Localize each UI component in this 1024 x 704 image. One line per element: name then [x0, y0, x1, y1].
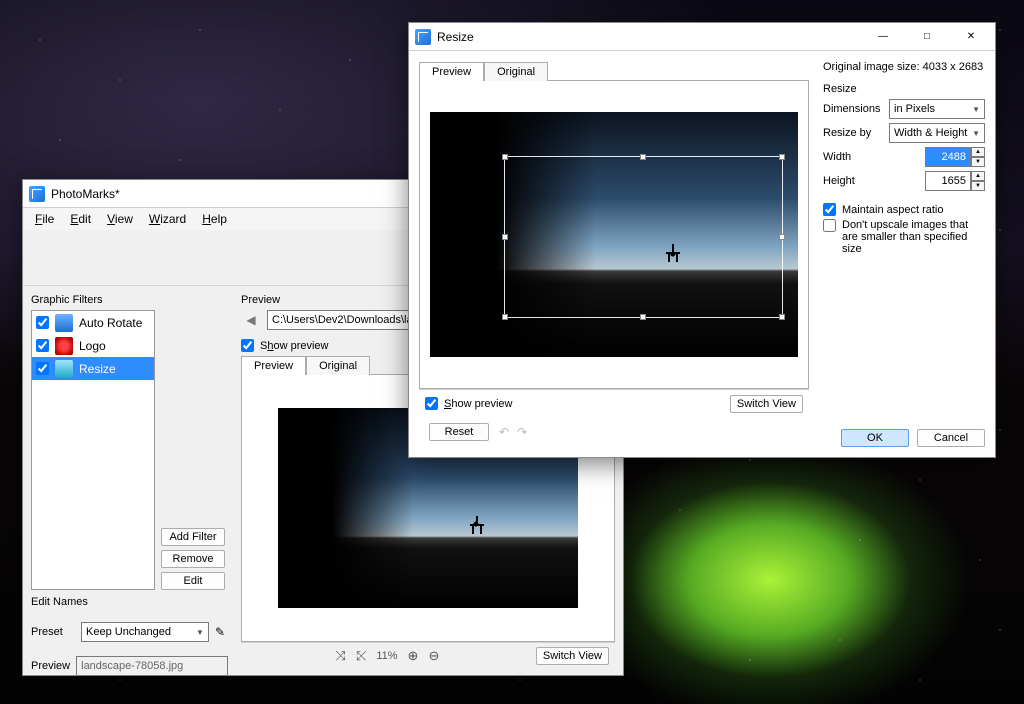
- close-button[interactable]: ✕: [949, 23, 993, 51]
- show-preview-checkbox-row[interactable]: Show preview: [425, 397, 512, 410]
- width-label: Width: [823, 151, 883, 163]
- handle-bottom-right[interactable]: [779, 314, 785, 320]
- resize-icon: [55, 360, 73, 378]
- dimensions-select[interactable]: in Pixels ▼: [889, 99, 985, 119]
- history-controls: ↶ ↷: [499, 425, 527, 439]
- titlebar[interactable]: Resize — □ ✕: [409, 23, 995, 51]
- filter-row-logo[interactable]: Logo: [32, 334, 154, 357]
- zoom-in-icon[interactable]: ⊕: [408, 648, 419, 664]
- resize-preview-footer: Show preview Switch View: [419, 389, 809, 417]
- filter-checkbox[interactable]: [36, 316, 49, 329]
- edit-filter-button[interactable]: Edit: [161, 572, 225, 590]
- edit-names-title: Edit Names: [31, 596, 225, 608]
- preset-value: Keep Unchanged: [86, 626, 171, 638]
- zoom-out-icon[interactable]: ⊖: [428, 648, 439, 664]
- filter-checkbox[interactable]: [36, 339, 49, 352]
- dimensions-value: in Pixels: [894, 103, 935, 115]
- dialog-footer: Reset ↶ ↷: [419, 417, 809, 447]
- handle-top-center[interactable]: [640, 154, 646, 160]
- handle-mid-right[interactable]: [779, 234, 785, 240]
- menu-wizard[interactable]: Wizard: [141, 210, 194, 228]
- menu-help[interactable]: Help: [194, 210, 235, 228]
- resize-preview-panel: [419, 81, 809, 389]
- width-spinner[interactable]: ▲▼: [925, 147, 985, 167]
- show-preview-label: Show preview: [444, 398, 512, 410]
- minimize-button[interactable]: —: [861, 23, 905, 51]
- fit-expand-icon[interactable]: ⤪: [356, 648, 366, 664]
- show-preview-label: Show preview: [260, 340, 329, 352]
- height-input[interactable]: [925, 171, 971, 191]
- rotate-icon: [55, 314, 73, 332]
- resize-by-label: Resize by: [823, 127, 883, 139]
- spin-up-icon[interactable]: ▲: [971, 171, 985, 181]
- spin-down-icon[interactable]: ▼: [971, 157, 985, 167]
- dont-upscale-checkbox[interactable]: [823, 219, 836, 232]
- redo-icon[interactable]: ↷: [517, 425, 527, 439]
- height-label: Height: [823, 175, 883, 187]
- tab-original[interactable]: Original: [484, 62, 548, 81]
- switch-view-button[interactable]: Switch View: [536, 647, 609, 665]
- tab-preview[interactable]: Preview: [419, 62, 484, 81]
- original-size-label: Original image size: 4033 x 2683: [823, 61, 985, 73]
- chevron-down-icon: ▼: [972, 105, 980, 114]
- handle-top-right[interactable]: [779, 154, 785, 160]
- maintain-aspect-checkbox[interactable]: [823, 203, 836, 216]
- window-title: Resize: [437, 30, 861, 44]
- tab-preview[interactable]: Preview: [241, 356, 306, 375]
- edit-preset-icon[interactable]: ✎: [215, 625, 225, 639]
- resize-dialog: Resize — □ ✕ Preview Original: [408, 22, 996, 458]
- preview-filename-field: [76, 656, 228, 676]
- undo-icon[interactable]: ↶: [499, 425, 509, 439]
- prev-image-button[interactable]: ◀: [241, 310, 261, 330]
- app-logo-icon: [29, 186, 45, 202]
- resize-section-title: Resize: [823, 83, 985, 95]
- tab-original[interactable]: Original: [306, 356, 370, 375]
- handle-mid-left[interactable]: [502, 234, 508, 240]
- app-logo-icon: [415, 29, 431, 45]
- graphic-filters-title: Graphic Filters: [31, 294, 155, 306]
- handle-top-left[interactable]: [502, 154, 508, 160]
- chevron-down-icon: ▼: [196, 628, 204, 637]
- menu-file[interactable]: File: [27, 210, 62, 228]
- menu-view[interactable]: View: [99, 210, 141, 228]
- show-preview-checkbox[interactable]: [425, 397, 438, 410]
- filter-label: Auto Rotate: [79, 316, 142, 330]
- reset-button[interactable]: Reset: [429, 423, 489, 441]
- resize-by-value: Width & Height: [894, 127, 967, 139]
- filter-label: Logo: [79, 339, 106, 353]
- filter-row-auto-rotate[interactable]: Auto Rotate: [32, 311, 154, 334]
- zoom-percent: 11%: [376, 650, 397, 662]
- resize-by-select[interactable]: Width & Height ▼: [889, 123, 985, 143]
- spin-down-icon[interactable]: ▼: [971, 181, 985, 191]
- filter-label: Resize: [79, 362, 116, 376]
- maintain-aspect-label: Maintain aspect ratio: [842, 204, 944, 216]
- filter-checkbox[interactable]: [36, 362, 49, 375]
- width-input[interactable]: [925, 147, 971, 167]
- preview-footer: ⤨ ⤪ 11% ⊕ ⊖ Switch View: [241, 642, 615, 669]
- resize-preview-image[interactable]: [420, 81, 808, 388]
- logo-icon: [55, 337, 73, 355]
- spin-up-icon[interactable]: ▲: [971, 147, 985, 157]
- dont-upscale-label: Don't upscale images that are smaller th…: [842, 219, 985, 255]
- preset-select[interactable]: Keep Unchanged ▼: [81, 622, 209, 642]
- resize-crop-box[interactable]: [504, 156, 784, 318]
- ok-button[interactable]: OK: [841, 429, 909, 447]
- add-filter-button[interactable]: Add Filter: [161, 528, 225, 546]
- height-spinner[interactable]: ▲▼: [925, 171, 985, 191]
- preview-name-label: Preview: [31, 660, 70, 672]
- show-preview-checkbox[interactable]: [241, 339, 254, 352]
- cancel-button[interactable]: Cancel: [917, 429, 985, 447]
- menu-edit[interactable]: Edit: [62, 210, 99, 228]
- filter-list[interactable]: Auto Rotate Logo Resize: [31, 310, 155, 590]
- handle-bottom-center[interactable]: [640, 314, 646, 320]
- remove-filter-button[interactable]: Remove: [161, 550, 225, 568]
- fit-shrink-icon[interactable]: ⤨: [336, 648, 346, 664]
- preset-label: Preset: [31, 626, 75, 638]
- filter-row-resize[interactable]: Resize: [32, 357, 154, 380]
- switch-view-button[interactable]: Switch View: [730, 395, 803, 413]
- maximize-button[interactable]: □: [905, 23, 949, 51]
- chevron-down-icon: ▼: [972, 129, 980, 138]
- dimensions-label: Dimensions: [823, 103, 883, 115]
- handle-bottom-left[interactable]: [502, 314, 508, 320]
